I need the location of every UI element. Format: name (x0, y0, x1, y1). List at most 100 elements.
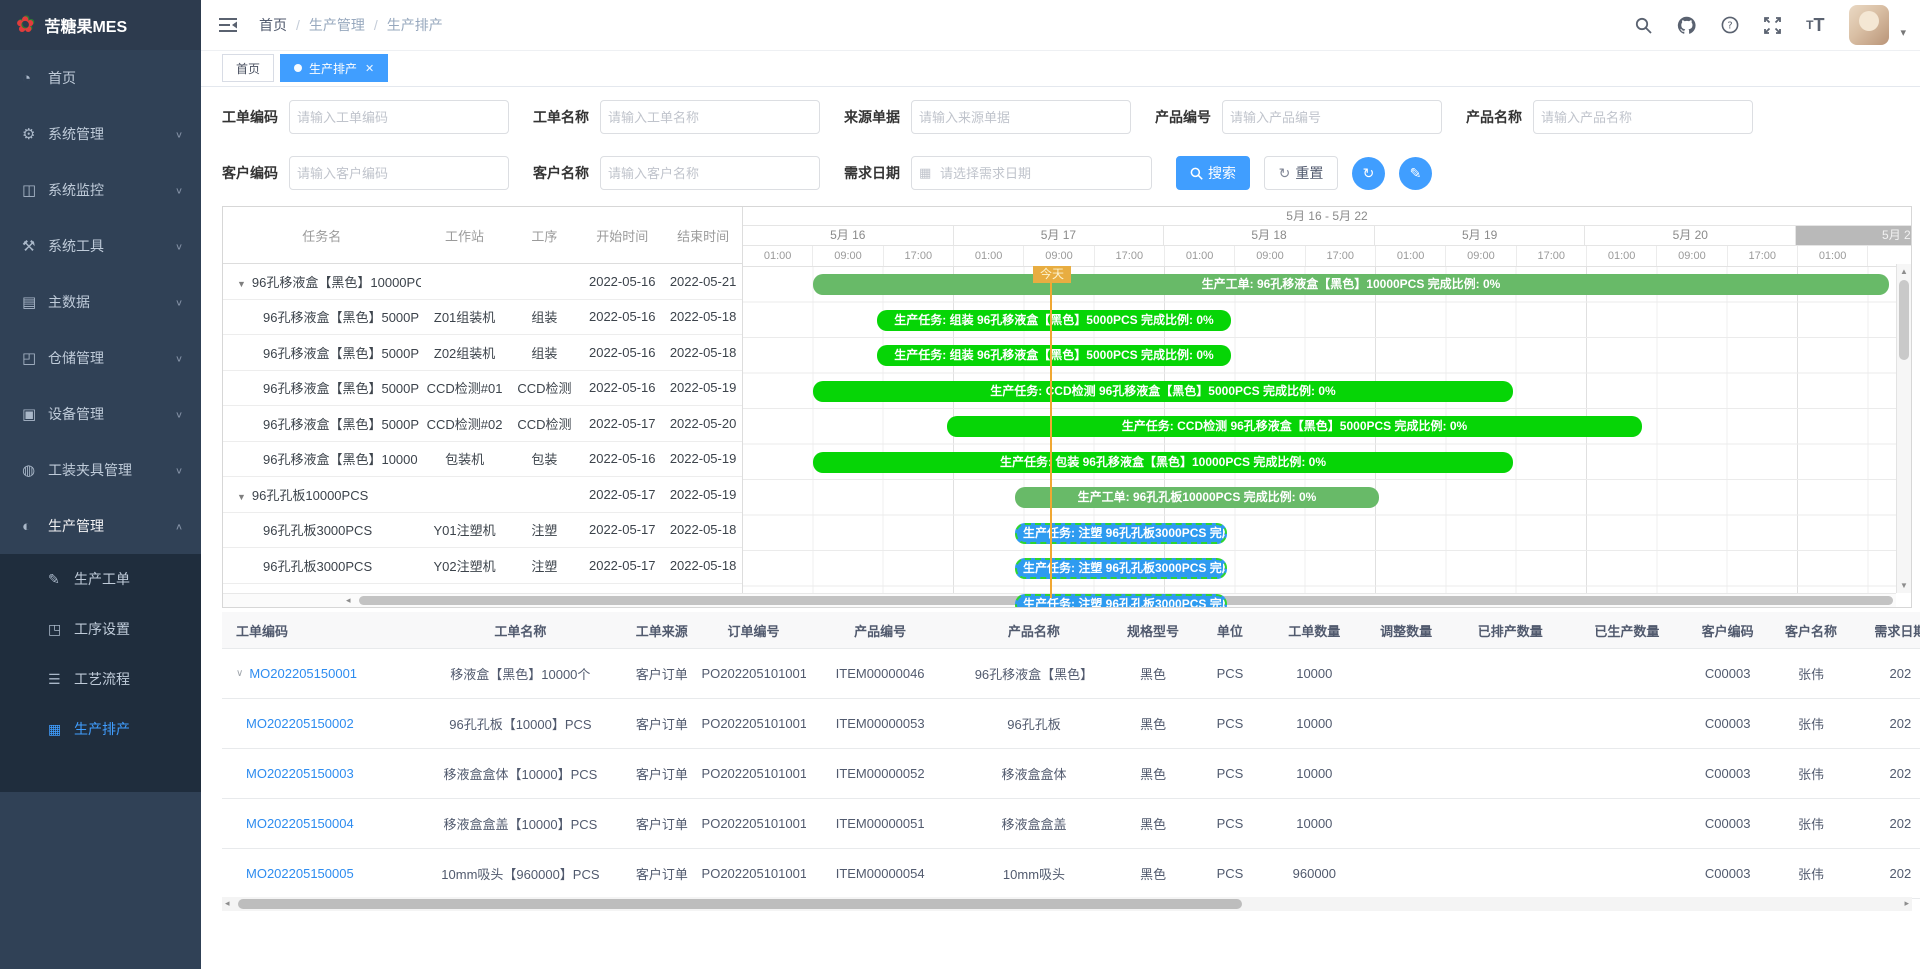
sidebar-item-master-data[interactable]: ▤ 主数据 ∨ (0, 274, 201, 330)
breadcrumb: 首页 / 生产管理 / 生产排产 (259, 15, 443, 35)
tab-home[interactable]: 首页 (222, 54, 274, 82)
today-marker-label: 今天 (1033, 266, 1071, 283)
filter-row-2: 客户编码 客户名称 需求日期 ▦ 搜索 ↻ 重置 ↻ ✎ (222, 156, 1446, 190)
filter-work-order-name: 工单名称 (533, 100, 820, 134)
gantt-task-row[interactable]: ▼96孔移液盒【黑色】10000PC 2022-05-162022-05-21 (223, 264, 742, 300)
filter-demand-date: 需求日期 ▦ (844, 156, 1152, 190)
calendar-icon: ▦ (919, 165, 931, 181)
filter-source-document: 来源单据 (844, 100, 1131, 134)
gantt-task-row[interactable]: 96孔移液盒【黑色】5000P Z01组装机组装 2022-05-162022-… (223, 300, 742, 336)
gantt-task-row[interactable]: 96孔移液盒【黑色】5000P CCD检测#02CCD检测 2022-05-17… (223, 406, 742, 442)
sidebar-item-system-monitor[interactable]: ◫ 系统监控 ∨ (0, 162, 201, 218)
table-row[interactable]: ∨ MO202205150001 移液盒【黑色】10000个客户订单 PO202… (222, 649, 1920, 699)
refresh-icon: ↻ (1363, 165, 1375, 182)
customer-name-input[interactable] (600, 156, 820, 190)
gantt-task-row[interactable]: ▼96孔孔板10000PCS 2022-05-172022-05-19 (223, 477, 742, 513)
breadcrumb-production-management[interactable]: 生产管理 (309, 15, 365, 35)
table-row[interactable]: MO202205150002 96孔孔板【10000】PCS客户订单 PO202… (222, 699, 1920, 749)
warehouse-icon: ◰ (22, 349, 48, 367)
user-avatar[interactable] (1849, 5, 1889, 45)
filter-product-code: 产品编号 (1155, 100, 1442, 134)
tab-production-scheduling[interactable]: 生产排产 ✕ (280, 54, 388, 82)
help-icon[interactable]: ? (1721, 16, 1739, 34)
chevron-down-icon: ∨ (175, 409, 183, 419)
work-order-link[interactable]: MO202205150005 (246, 866, 354, 881)
fullscreen-icon[interactable] (1764, 17, 1781, 34)
collapse-triangle-icon[interactable]: ▼ (237, 279, 246, 289)
sidebar-item-warehouse[interactable]: ◰ 仓储管理 ∨ (0, 330, 201, 386)
scroll-up-arrow-icon[interactable]: ▲ (1897, 267, 1911, 276)
work-order-link[interactable]: MO202205150002 (246, 716, 354, 731)
work-order-link[interactable]: MO202205150001 (249, 666, 357, 681)
gantt-bar-task[interactable]: 生产任务: 组装 96孔移液盒【黑色】5000PCS 完成比例: 0% (877, 310, 1231, 331)
sidebar-item-home[interactable]: ◔ 首页 (0, 50, 201, 106)
work-order-name-input[interactable] (600, 100, 820, 134)
sidebar-item-production-scheduling[interactable]: ▦ 生产排产 (0, 704, 201, 754)
sidebar-item-equipment[interactable]: ▣ 设备管理 ∨ (0, 386, 201, 442)
chevron-down-icon: ∨ (175, 241, 183, 251)
scroll-right-arrow-icon[interactable]: ▸ (1904, 898, 1909, 909)
gantt-bar-task[interactable]: 生产任务: 包装 96孔移液盒【黑色】10000PCS 完成比例: 0% (813, 452, 1513, 473)
expand-chevron-icon[interactable]: ∨ (236, 668, 243, 679)
sidebar-item-production-management[interactable]: ◐ 生产管理 ∧ (0, 498, 201, 554)
scroll-left-arrow-icon[interactable]: ◂ (225, 898, 230, 909)
sidebar-item-system-management[interactable]: ⚙ 系统管理 ∨ (0, 106, 201, 162)
gantt-task-row[interactable]: 96孔移液盒【黑色】10000 包装机包装 2022-05-162022-05-… (223, 442, 742, 478)
collapse-triangle-icon[interactable]: ▼ (237, 492, 246, 502)
work-order-code-input[interactable] (289, 100, 509, 134)
sidebar-item-tooling-fixture[interactable]: ◍ 工装夹具管理 ∨ (0, 442, 201, 498)
customer-code-input[interactable] (289, 156, 509, 190)
table-header: 工单编码 工单名称 工单来源 订单编号 产品编号 产品名称 规格型号 单位 工单… (222, 612, 1920, 649)
gantt-day-header: 5月 16 5月 17 5月 18 5月 19 5月 20 5月 21 (743, 226, 1911, 246)
table-row[interactable]: MO202205150005 10mm吸头【960000】PCS客户订单 PO2… (222, 849, 1920, 899)
scroll-left-arrow-icon[interactable]: ◂ (346, 595, 351, 606)
demand-date-input[interactable] (911, 156, 1152, 190)
lock-icon: ◍ (22, 461, 48, 479)
gantt-bar-task[interactable]: 生产任务: CCD检测 96孔移液盒【黑色】5000PCS 完成比例: 0% (813, 381, 1513, 402)
table-horizontal-scrollbar[interactable]: ◂ ▸ (222, 897, 1912, 911)
gantt-task-row[interactable]: 96孔孔板3000PCS Y02注塑机注塑 2022-05-172022-05-… (223, 548, 742, 584)
gear-icon: ⚙ (22, 125, 48, 143)
sidebar-item-system-tools[interactable]: ⚒ 系统工具 ∨ (0, 218, 201, 274)
sidebar-menu: ◔ 首页 ⚙ 系统管理 ∨ ◫ 系统监控 ∨ ⚒ 系统工具 ∨ ▤ 主数据 ∨ … (0, 50, 201, 792)
sidebar-item-process-flow[interactable]: ☰ 工艺流程 (0, 654, 201, 704)
gantt-bar-task-selected[interactable]: 生产任务: 注塑 96孔孔板3000PCS 完成比例: 0% (1015, 523, 1227, 544)
filter-customer-name: 客户名称 (533, 156, 820, 190)
gantt-task-row[interactable]: 96孔移液盒【黑色】5000P CCD检测#01CCD检测 2022-05-16… (223, 371, 742, 407)
table-row[interactable]: MO202205150004 移液盒盒盖【10000】PCS客户订单 PO202… (222, 799, 1920, 849)
gantt-bar-task-selected[interactable]: 生产任务: 注塑 96孔孔板3000PCS 完成比例: 0% (1015, 558, 1227, 579)
gantt-vertical-scrollbar[interactable]: ▲ ▼ (1896, 264, 1911, 593)
work-order-link[interactable]: MO202205150004 (246, 816, 354, 831)
product-name-input[interactable] (1533, 100, 1753, 134)
close-icon[interactable]: ✕ (365, 62, 374, 75)
font-size-icon[interactable]: TT (1806, 15, 1824, 36)
gantt-task-row[interactable]: 96孔移液盒【黑色】5000P Z02组装机组装 2022-05-162022-… (223, 335, 742, 371)
sidebar-item-process-settings[interactable]: ◳ 工序设置 (0, 604, 201, 654)
gantt-task-row[interactable]: 96孔孔板3000PCS Y01注塑机注塑 2022-05-172022-05-… (223, 513, 742, 549)
gantt-bar-order[interactable]: 生产工单: 96孔移液盒【黑色】10000PCS 完成比例: 0% (813, 274, 1889, 295)
product-code-input[interactable] (1222, 100, 1442, 134)
app-logo[interactable]: ✿ 苦糖果MES (0, 0, 201, 50)
refresh-round-button[interactable]: ↻ (1352, 157, 1385, 190)
search-button[interactable]: 搜索 (1176, 156, 1250, 190)
gantt-bar-task[interactable]: 生产任务: 组装 96孔移液盒【黑色】5000PCS 完成比例: 0% (877, 345, 1231, 366)
top-header: 首页 / 生产管理 / 生产排产 ? (201, 0, 1920, 51)
work-order-link[interactable]: MO202205150003 (246, 766, 354, 781)
sidebar-fold-icon[interactable] (219, 18, 237, 32)
reset-button[interactable]: ↻ 重置 (1264, 156, 1338, 190)
search-icon[interactable] (1635, 17, 1652, 34)
chevron-down-icon[interactable]: ▾ (1900, 26, 1906, 39)
table-row[interactable]: MO202205150003 移液盒盒体【10000】PCS客户订单 PO202… (222, 749, 1920, 799)
source-document-input[interactable] (911, 100, 1131, 134)
scroll-down-arrow-icon[interactable]: ▼ (1897, 581, 1911, 590)
list-icon: ☰ (48, 671, 74, 688)
gantt-bar-task-selected[interactable]: 生产任务: 注塑 96孔孔板3000PCS 完成比例: 0% (1015, 594, 1227, 608)
breadcrumb-home[interactable]: 首页 (259, 15, 287, 35)
github-icon[interactable] (1677, 16, 1696, 35)
scrollbar-thumb[interactable] (1899, 280, 1909, 360)
chevron-down-icon: ∨ (175, 129, 183, 139)
scrollbar-thumb[interactable] (238, 899, 1242, 909)
edit-round-button[interactable]: ✎ (1399, 157, 1432, 190)
gantt-bar-order[interactable]: 生产工单: 96孔孔板10000PCS 完成比例: 0% (1015, 487, 1379, 508)
sidebar-item-production-work-order[interactable]: ✎ 生产工单 (0, 554, 201, 604)
